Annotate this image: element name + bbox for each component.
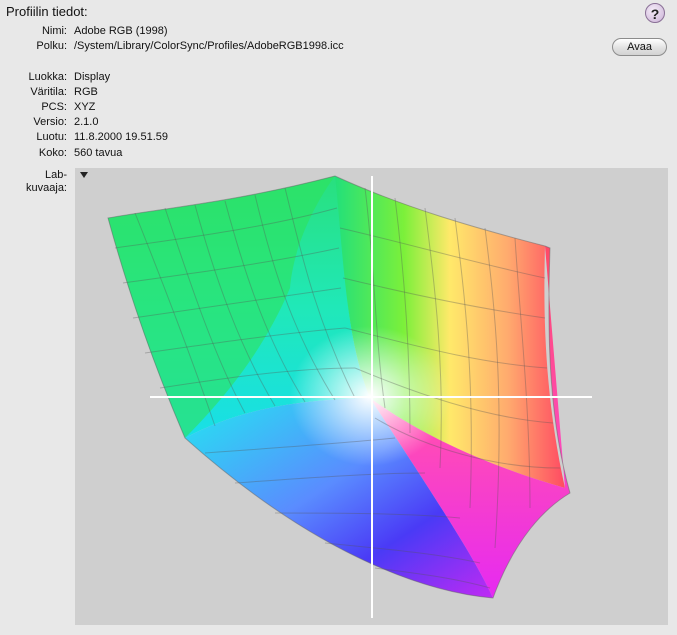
lab-plot-viewport[interactable] bbox=[75, 168, 668, 625]
path-label: Polku: bbox=[36, 40, 67, 52]
panel-title: Profiilin tiedot: bbox=[6, 4, 88, 19]
size-label: Koko: bbox=[38, 147, 67, 159]
pcs-label: PCS: bbox=[41, 101, 67, 113]
lab-plot-label: Lab- kuvaaja: bbox=[0, 169, 67, 195]
class-value: Display bbox=[74, 71, 111, 83]
info-row-colorspace: Väritila: RGB bbox=[0, 85, 677, 99]
class-label: Luokka: bbox=[28, 71, 67, 83]
version-value: 2.1.0 bbox=[74, 116, 99, 128]
lab-gamut-plot[interactable] bbox=[75, 168, 668, 625]
colorspace-value: RGB bbox=[74, 86, 98, 98]
info-row-name: Nimi: Adobe RGB (1998) bbox=[0, 24, 677, 38]
info-row-created: Luotu: 11.8.2000 19.51.59 bbox=[0, 130, 677, 144]
lab-plot-label-line2: kuvaaja: bbox=[26, 182, 67, 194]
pcs-value: XYZ bbox=[74, 101, 96, 113]
path-value: /System/Library/ColorSync/Profiles/Adobe… bbox=[74, 40, 344, 52]
plot-menu-triangle-icon[interactable] bbox=[80, 172, 88, 178]
open-button[interactable]: Avaa bbox=[612, 38, 667, 56]
created-label: Luotu: bbox=[36, 131, 67, 143]
info-row-path: Polku: /System/Library/ColorSync/Profile… bbox=[0, 39, 600, 53]
size-value: 560 tavua bbox=[74, 147, 123, 159]
name-label: Nimi: bbox=[41, 25, 67, 37]
info-row-pcs: PCS: XYZ bbox=[0, 100, 677, 114]
info-row-size: Koko: 560 tavua bbox=[0, 146, 677, 160]
help-button[interactable]: ? bbox=[645, 3, 665, 23]
info-row-class: Luokka: Display bbox=[0, 70, 677, 84]
info-row-version: Versio: 2.1.0 bbox=[0, 115, 677, 129]
lab-plot-label-line1: Lab- bbox=[44, 169, 67, 181]
version-label: Versio: bbox=[33, 116, 67, 128]
colorspace-label: Väritila: bbox=[30, 86, 67, 98]
name-value: Adobe RGB (1998) bbox=[74, 25, 168, 37]
created-value: 11.8.2000 19.51.59 bbox=[74, 131, 168, 143]
